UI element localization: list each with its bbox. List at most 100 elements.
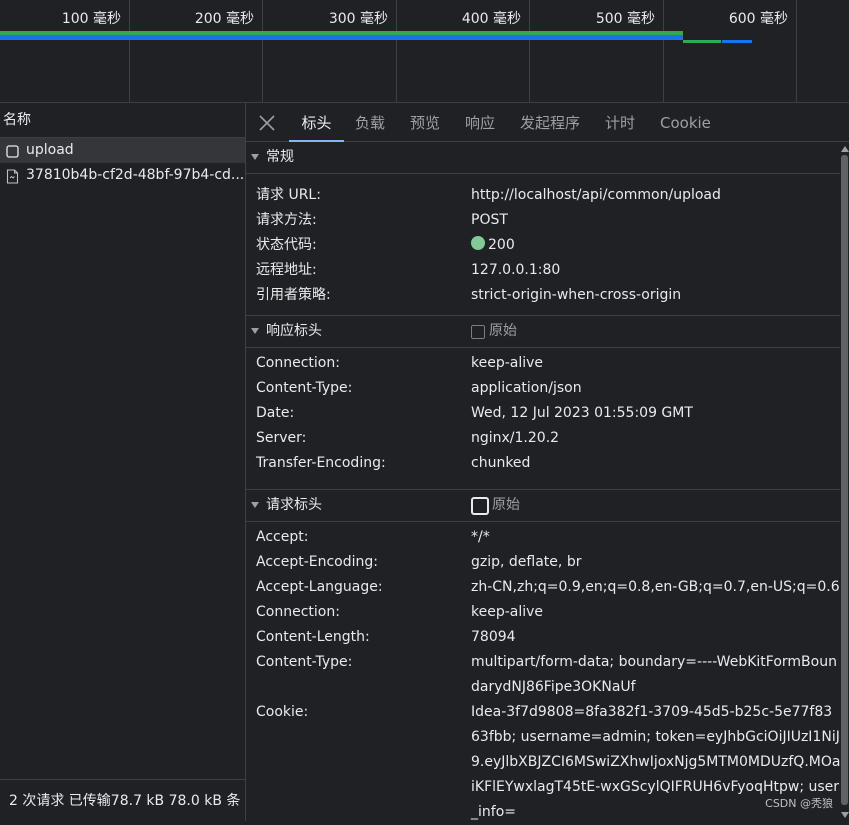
- collapse-triangle-icon: [251, 154, 259, 160]
- status-ok-icon: [471, 236, 485, 250]
- header-key: Content-Type:: [256, 654, 353, 670]
- header-row: Connection: keep-alive: [246, 600, 840, 625]
- tab-timing[interactable]: 计时: [605, 103, 635, 141]
- header-key: Content-Length:: [256, 629, 370, 645]
- header-key: Accept:: [256, 529, 309, 545]
- timeline-tick: 500 毫秒: [530, 0, 664, 102]
- header-row: 请求方法: POST: [246, 208, 840, 233]
- header-value: */*: [471, 529, 490, 545]
- request-row-file[interactable]: 37810b4b-cf2d-48bf-97b4-cd...: [0, 163, 245, 188]
- header-key: Accept-Encoding:: [256, 554, 379, 570]
- detail-tabs: 标头 负载 预览 响应 发起程序 计时 Cookie: [246, 103, 849, 142]
- scroll-thumb[interactable]: [841, 155, 848, 805]
- tick-label: 300 毫秒: [328, 11, 388, 27]
- response-headers-header[interactable]: 响应标头 原始: [246, 315, 840, 348]
- header-value: http://localhost/api/common/upload: [471, 187, 721, 203]
- collapse-triangle-icon: [251, 328, 259, 334]
- detail-scrollbar[interactable]: [840, 143, 849, 821]
- header-key: Date:: [256, 405, 295, 421]
- tab-payload[interactable]: 负载: [355, 103, 385, 141]
- header-value: keep-alive: [471, 604, 544, 620]
- header-value: multipart/form-data; boundary=----WebKit…: [471, 654, 837, 695]
- status-code-value: 200: [471, 233, 515, 258]
- header-row: Content-Type: multipart/form-data; bounda…: [246, 650, 840, 700]
- collapse-triangle-icon: [251, 502, 259, 508]
- timeline-tick: 200 毫秒: [130, 0, 263, 102]
- tick-label: 600 毫秒: [728, 11, 788, 27]
- header-value: POST: [471, 212, 508, 228]
- network-summary-status: 2 次请求 已传输78.7 kB 78.0 kB 条: [0, 779, 245, 821]
- header-key: 请求方法:: [256, 212, 317, 228]
- raw-toggle[interactable]: 原始: [471, 316, 517, 347]
- request-name: 37810b4b-cf2d-48bf-97b4-cd...: [26, 167, 245, 183]
- header-key: Accept-Language:: [256, 579, 383, 595]
- timeline-tick: 600 毫秒: [664, 0, 797, 102]
- header-value: Wed, 12 Jul 2023 01:55:09 GMT: [471, 405, 693, 421]
- raw-label: 原始: [489, 323, 517, 339]
- tab-initiator[interactable]: 发起程序: [520, 103, 580, 141]
- header-key: Server:: [256, 430, 307, 446]
- request-row-upload[interactable]: upload: [0, 138, 245, 163]
- header-key: Connection:: [256, 355, 340, 371]
- header-row: 远程地址: 127.0.0.1:80: [246, 258, 840, 283]
- header-row: Transfer-Encoding: chunked: [246, 451, 840, 476]
- tick-label: 500 毫秒: [595, 11, 655, 27]
- response-headers-section: 响应标头 原始 Connection: keep-alive Content-Ty…: [246, 315, 840, 476]
- header-value: application/json: [471, 380, 582, 396]
- general-section-header[interactable]: 常规: [246, 142, 840, 174]
- header-row: Cookie: Idea-3f7d9808=8fa382f1-3709-45d5-…: [246, 700, 840, 825]
- header-value: chunked: [471, 455, 531, 471]
- header-key: 请求 URL:: [256, 187, 321, 203]
- header-row: Accept-Language: zh-CN,zh;q=0.9,en;q=0.8,…: [246, 575, 840, 600]
- header-key: Transfer-Encoding:: [256, 455, 386, 471]
- request-name: upload: [26, 142, 74, 158]
- header-row: Server: nginx/1.20.2: [246, 426, 840, 451]
- header-row: Date: Wed, 12 Jul 2023 01:55:09 GMT: [246, 401, 840, 426]
- close-icon[interactable]: [258, 114, 276, 132]
- header-value: 127.0.0.1:80: [471, 262, 561, 278]
- header-key: Content-Type:: [256, 380, 353, 396]
- tick-label: 200 毫秒: [194, 11, 254, 27]
- scroll-down-arrow-icon[interactable]: [841, 812, 849, 818]
- tab-preview[interactable]: 预览: [410, 103, 440, 141]
- header-value: nginx/1.20.2: [471, 430, 560, 446]
- timeline-tick: 300 毫秒: [263, 0, 397, 102]
- tab-cookies[interactable]: Cookie: [660, 103, 711, 141]
- watermark: CSDN @秃狼: [765, 797, 833, 810]
- checkbox-icon[interactable]: [471, 324, 485, 339]
- raw-label: 原始: [492, 497, 520, 513]
- header-key: Cookie:: [256, 704, 309, 720]
- tab-headers[interactable]: 标头: [289, 103, 344, 142]
- header-row: 请求 URL: http://localhost/api/common/uploa…: [246, 183, 840, 208]
- file-icon: [6, 168, 19, 184]
- header-value: 78094: [471, 629, 516, 645]
- header-key: 状态代码:: [256, 237, 317, 253]
- tick-label: 400 毫秒: [461, 11, 521, 27]
- header-key: 引用者策略:: [256, 287, 331, 303]
- header-row: Accept-Encoding: gzip, deflate, br: [246, 550, 840, 575]
- header-row: Connection: keep-alive: [246, 351, 840, 376]
- header-value: zh-CN,zh;q=0.9,en;q=0.8,en-GB;q=0.7,en-U…: [471, 579, 840, 595]
- request-headers-section: 请求标头 原始 Accept: */* Accept-Encoding: gzip,…: [246, 489, 840, 825]
- section-title: 响应标头: [266, 323, 322, 339]
- header-key: Connection:: [256, 604, 340, 620]
- header-row: 状态代码: 200: [246, 233, 840, 258]
- request-detail-pane: 标头 负载 预览 响应 发起程序 计时 Cookie 常规 请求 URL: htt…: [246, 103, 849, 821]
- timeline-download-bar: [0, 35, 683, 40]
- tab-response[interactable]: 响应: [465, 103, 495, 141]
- scroll-up-arrow-icon[interactable]: [841, 146, 849, 152]
- header-row: Accept: */*: [246, 525, 840, 550]
- raw-toggle[interactable]: 原始: [471, 490, 520, 521]
- header-key: 远程地址:: [256, 262, 317, 278]
- header-row: Content-Length: 78094: [246, 625, 840, 650]
- request-headers-header[interactable]: 请求标头 原始: [246, 489, 840, 522]
- status-code: 200: [488, 237, 515, 253]
- timeline-tick: 400 毫秒: [397, 0, 530, 102]
- header-row: Content-Type: application/json: [246, 376, 840, 401]
- header-value: gzip, deflate, br: [471, 554, 582, 570]
- checkbox-icon[interactable]: [471, 496, 489, 515]
- timeline-tick: 100 毫秒: [0, 0, 130, 102]
- checkbox-icon: [6, 143, 19, 158]
- name-column-header[interactable]: 名称: [0, 103, 245, 138]
- timeline-overview[interactable]: 100 毫秒 200 毫秒 300 毫秒 400 毫秒 500 毫秒 600 毫…: [0, 0, 849, 103]
